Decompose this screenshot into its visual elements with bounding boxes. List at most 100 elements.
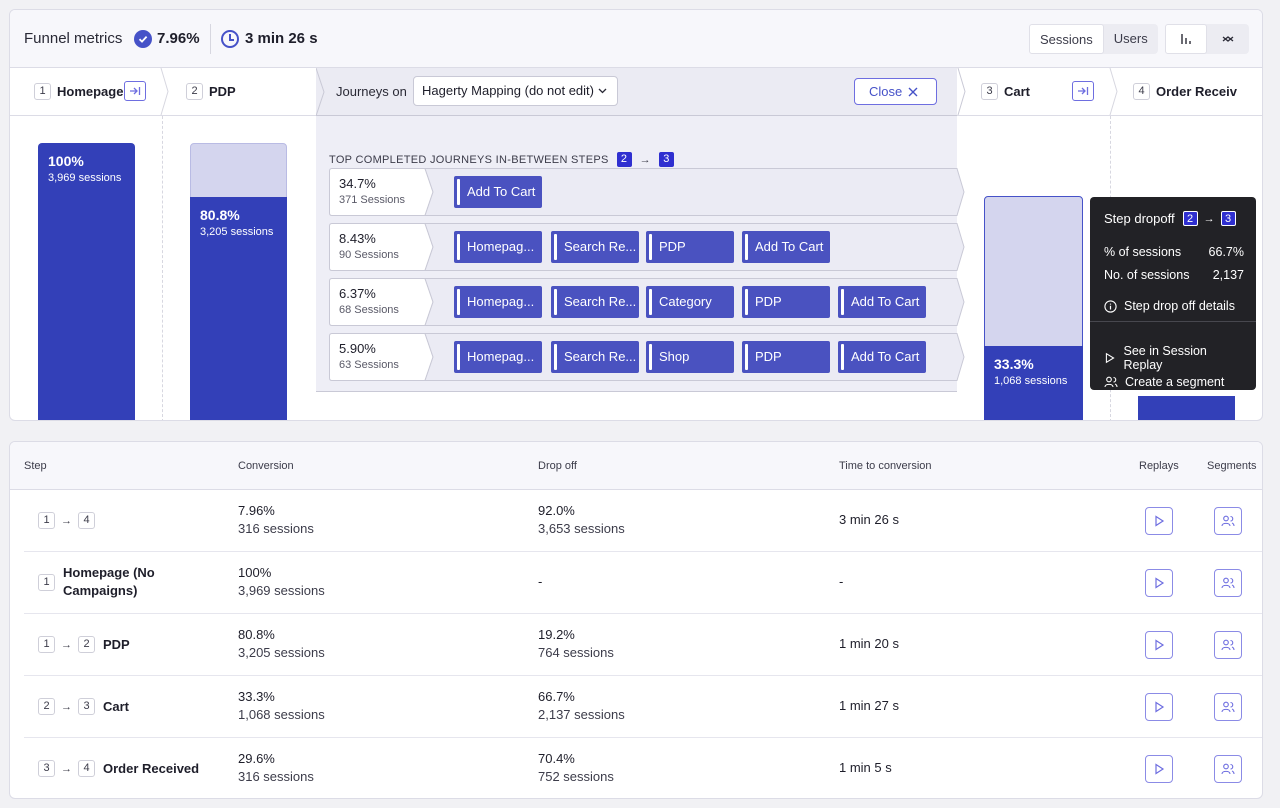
journeys-title: TOP COMPLETED JOURNEYS IN-BETWEEN STEPS … bbox=[329, 152, 674, 167]
journeys-label: Journeys on bbox=[336, 84, 407, 99]
expand-step-button[interactable] bbox=[124, 81, 146, 101]
users-icon bbox=[1221, 577, 1235, 589]
create-segment-button[interactable] bbox=[1214, 693, 1242, 721]
step-cell: 1 → 4 bbox=[38, 512, 95, 529]
from-step-number: 3 bbox=[38, 760, 55, 777]
conversion-percent: 29.6% bbox=[238, 751, 275, 766]
step-label: Cart bbox=[1004, 84, 1031, 99]
from-step-number: 2 bbox=[38, 698, 55, 715]
session-replay-button[interactable] bbox=[1145, 693, 1173, 721]
to-step-number: 2 bbox=[78, 636, 95, 653]
journey-mapping-dropdown[interactable]: Hagerty Mapping (do not edit) bbox=[413, 76, 618, 106]
session-replay-button[interactable] bbox=[1145, 569, 1173, 597]
dropoff-cell: 92.0% 3,653 sessions bbox=[538, 503, 625, 536]
step-tab-homepage[interactable]: 1 Homepage bbox=[34, 68, 124, 115]
overall-conversion: 7.96% bbox=[157, 30, 200, 47]
step-name: Cart bbox=[103, 699, 130, 714]
table-row: 1 → 2 PDP 80.8% 3,205 sessions 19.2% 764 sessio… bbox=[24, 614, 1262, 676]
dropoff-sessions: 764 sessions bbox=[538, 645, 614, 660]
funnel-bar-step-4[interactable] bbox=[1138, 396, 1235, 420]
journey-sessions: 90 Sessions bbox=[339, 249, 399, 261]
users-icon bbox=[1221, 639, 1235, 651]
journey-step-chip[interactable]: Add To Cart bbox=[454, 176, 542, 208]
conversion-cell: 100% 3,969 sessions bbox=[238, 565, 325, 598]
bar-percent: 80.8% bbox=[200, 206, 240, 223]
step-tab-cart[interactable]: 3 Cart bbox=[981, 68, 1071, 115]
journey-step-chip[interactable]: Add To Cart bbox=[742, 231, 830, 263]
funnel-bar-step-1[interactable]: 100% 3,969 sessions bbox=[38, 143, 135, 420]
tooltip-percent-label: % of sessions bbox=[1104, 245, 1182, 259]
bar-chart-icon bbox=[1181, 34, 1191, 44]
journey-sessions: 68 Sessions bbox=[339, 304, 399, 316]
details-label: Step drop off details bbox=[1124, 299, 1235, 313]
journey-percent: 6.37% bbox=[339, 286, 376, 301]
journey-step-chip[interactable]: Category bbox=[646, 286, 734, 318]
journey-step-chip[interactable]: Homepag... bbox=[454, 341, 542, 373]
see-in-session-replay-link[interactable]: See in Session Replay bbox=[1104, 344, 1244, 372]
journey-sessions: 371 Sessions bbox=[339, 194, 406, 206]
to-step-number: 4 bbox=[78, 760, 95, 777]
tooltip-divider bbox=[1090, 321, 1256, 322]
journey-step-chip[interactable]: Search Re... bbox=[551, 341, 639, 373]
create-segment-button[interactable] bbox=[1214, 755, 1242, 783]
journey-step-chip[interactable]: PDP bbox=[742, 341, 830, 373]
journey-step-chip[interactable]: Add To Cart bbox=[838, 286, 926, 318]
journey-row[interactable]: 5.90% 63 Sessions Homepag... Search Re... Sh… bbox=[329, 333, 965, 381]
journey-step-chip[interactable]: Shop bbox=[646, 341, 734, 373]
segment-label: Create a segment bbox=[1125, 375, 1225, 389]
play-icon bbox=[1155, 763, 1165, 775]
journey-row[interactable]: 34.7% 371 Sessions Add To Cart bbox=[329, 168, 965, 216]
journey-step-chip[interactable]: Homepag... bbox=[454, 231, 542, 263]
column-divider bbox=[162, 116, 163, 420]
expand-right-icon bbox=[1078, 87, 1089, 95]
journey-percent: 34.7% bbox=[339, 176, 376, 191]
session-replay-button[interactable] bbox=[1145, 755, 1173, 783]
journeys-chevron bbox=[316, 68, 325, 116]
funnel-bar-step-3[interactable]: 33.3% 1,068 sessions bbox=[984, 346, 1083, 420]
header-conversion: Conversion bbox=[238, 460, 294, 472]
session-replay-button[interactable] bbox=[1145, 631, 1173, 659]
step-tab-pdp[interactable]: 2 PDP bbox=[186, 68, 306, 115]
dropoff-cell: 70.4% 752 sessions bbox=[538, 751, 614, 784]
journey-step-chip[interactable]: Search Re... bbox=[551, 286, 639, 318]
step-cell: 1 → 2 PDP bbox=[38, 636, 130, 653]
create-segment-button[interactable] bbox=[1214, 631, 1242, 659]
journey-row[interactable]: 6.37% 68 Sessions Homepag... Search Re... Ca… bbox=[329, 278, 965, 326]
bar-chart-view-button[interactable] bbox=[1165, 24, 1207, 54]
journeys-bar: Journeys on Hagerty Mapping (do not edit… bbox=[316, 68, 957, 116]
trend-chart-view-button[interactable] bbox=[1207, 24, 1249, 54]
table-row: 2 → 3 Cart 33.3% 1,068 sessions 66.7% 2,137 ses… bbox=[24, 676, 1262, 738]
time-cell: - bbox=[839, 574, 844, 589]
funnel-bar-step-2[interactable]: 80.8% 3,205 sessions bbox=[190, 196, 287, 420]
users-toggle[interactable]: Users bbox=[1104, 24, 1158, 54]
journey-step-chip[interactable]: PDP bbox=[742, 286, 830, 318]
header-segments: Segments bbox=[1207, 460, 1257, 472]
clock-icon bbox=[221, 30, 239, 48]
expand-step-button[interactable] bbox=[1072, 81, 1094, 101]
tooltip-percent-value: 66.7% bbox=[1208, 245, 1244, 259]
journey-row[interactable]: 8.43% 90 Sessions Homepag... Search Re... PD… bbox=[329, 223, 965, 271]
arrow-right-icon: → bbox=[61, 638, 72, 651]
create-segment-link[interactable]: Create a segment bbox=[1104, 375, 1244, 389]
sessions-toggle[interactable]: Sessions bbox=[1029, 24, 1104, 54]
close-journeys-button[interactable]: Close bbox=[854, 78, 937, 105]
step-number: 4 bbox=[1133, 83, 1150, 100]
play-icon bbox=[1105, 352, 1115, 364]
users-icon bbox=[1221, 701, 1235, 713]
journey-step-chip[interactable]: Search Re... bbox=[551, 231, 639, 263]
step-number: 1 bbox=[34, 83, 51, 100]
step-name: Homepage (No Campaigns) bbox=[63, 565, 155, 598]
conversion-cell: 7.96% 316 sessions bbox=[238, 503, 314, 536]
step-separator-chevron bbox=[160, 68, 169, 115]
replay-label: See in Session Replay bbox=[1123, 344, 1207, 372]
journey-step-chip[interactable]: Add To Cart bbox=[838, 341, 926, 373]
journey-step-chip[interactable]: Homepag... bbox=[454, 286, 542, 318]
create-segment-button[interactable] bbox=[1214, 507, 1242, 535]
create-segment-button[interactable] bbox=[1214, 569, 1242, 597]
step-dropoff-details-link[interactable]: Step drop off details bbox=[1104, 299, 1244, 313]
journey-step-chip[interactable]: PDP bbox=[646, 231, 734, 263]
dropoff-percent: 66.7% bbox=[538, 689, 575, 704]
session-replay-button[interactable] bbox=[1145, 507, 1173, 535]
close-icon bbox=[908, 87, 918, 97]
step-tab-order-received[interactable]: 4 Order Receiv bbox=[1133, 68, 1262, 115]
